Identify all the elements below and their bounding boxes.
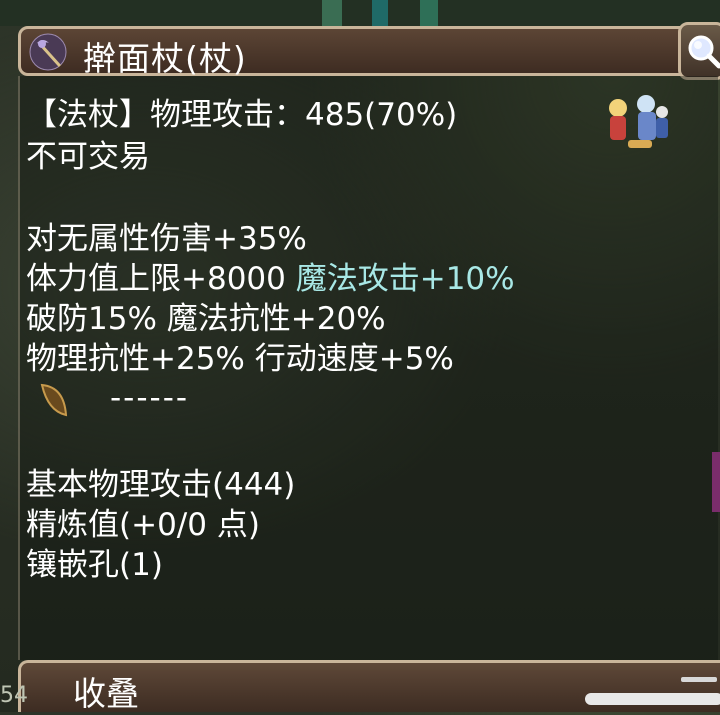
stat-line-attribute-damage: 对无属性伤害+35%	[26, 221, 307, 257]
item-title-bar: 擀面杖(杖)	[18, 26, 682, 78]
hp-max-bonus: 体力值上限+8000	[26, 261, 286, 297]
collapse-label: 收叠	[73, 674, 139, 713]
refine-value: 精炼值(+0/0 点)	[26, 507, 260, 543]
stat-line-break-defense: 破防15% 魔法抗性+20%	[26, 301, 386, 337]
base-physical-attack: 基本物理攻击(444)	[26, 467, 296, 503]
party-avatars	[598, 86, 678, 160]
background-pillar	[372, 0, 388, 26]
background-edge-accent	[712, 452, 720, 512]
magnify-button[interactable]	[678, 22, 720, 80]
scroll-handle[interactable]	[585, 693, 720, 705]
trade-status: 不可交易	[26, 139, 150, 175]
edge-number: 54	[0, 683, 28, 708]
socket-slots: 镶嵌孔(1)	[26, 547, 163, 583]
background-pillar	[420, 0, 438, 26]
item-title: 擀面杖(杖)	[83, 39, 247, 78]
divider-dashes: ------	[110, 380, 190, 416]
minus-icon	[681, 677, 717, 682]
physical-attack-line: 【法杖】物理攻击：485(70%)	[26, 95, 457, 135]
background-pillar	[322, 0, 342, 26]
magic-attack-bonus: 魔法攻击+10%	[295, 261, 515, 297]
staff-icon	[29, 33, 67, 71]
collapse-button[interactable]: 收叠	[18, 660, 720, 713]
seed-icon	[36, 381, 72, 421]
weapon-type-attack-label: 【法杖】物理攻击：	[26, 97, 305, 133]
stat-line-hp-magic: 体力值上限+8000 魔法攻击+10%	[26, 259, 515, 299]
magnify-icon	[688, 35, 720, 69]
physical-attack-value: 485(70%)	[305, 97, 458, 133]
background-top-strip	[0, 0, 720, 26]
stat-line-physical-resist: 物理抗性+25% 行动速度+5%	[26, 341, 454, 377]
